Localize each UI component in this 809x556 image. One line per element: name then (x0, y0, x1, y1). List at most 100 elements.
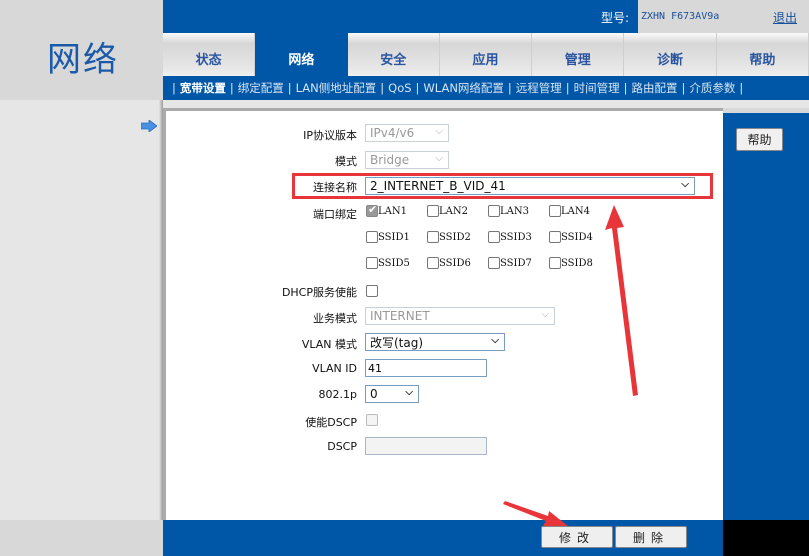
dscp-input (365, 437, 487, 455)
dscp-label: DSCP (327, 440, 357, 453)
port-label-ssid3: SSID3 (500, 232, 532, 243)
subnav-separator: | (507, 81, 512, 95)
port-checkbox-lan4[interactable] (549, 205, 561, 217)
footer-right-block (723, 520, 809, 556)
tab-diagnostics[interactable]: 诊断 (624, 33, 717, 76)
subnav-separator: | (623, 81, 628, 95)
mode-select: Bridge ⌵ (365, 151, 449, 169)
tab-management[interactable]: 管理 (532, 33, 625, 76)
ip-version-select: IPv4/v6 ⌵ (365, 124, 449, 142)
port-label-ssid5: SSID5 (378, 258, 410, 269)
vlan-mode-select[interactable]: 改写(tag) ⌵ (365, 333, 505, 351)
chevron-down-icon: ⌵ (435, 153, 443, 164)
port-checkbox-ssid3[interactable] (488, 231, 500, 243)
delete-button[interactable]: 删除 (615, 526, 687, 548)
dhcp-service-label: DHCP服务使能 (281, 286, 357, 299)
model-value: ZXHN F673AV9a (641, 11, 720, 22)
subnav-separator: | (172, 81, 176, 95)
service-mode-select: INTERNET ⌵ (365, 307, 555, 325)
port-checkbox-lan2[interactable] (427, 205, 439, 217)
subnav-separator: | (415, 81, 420, 95)
subnav-time[interactable]: 时间管理 (574, 80, 620, 96)
router-admin-page: 网络 型号: ZXHN F673AV9a 退出 状态 网络 安全 应用 管理 诊… (0, 0, 809, 556)
arrow-right-icon (141, 120, 157, 132)
subnav-broadband[interactable]: 宽带设置 (180, 80, 226, 96)
dscp-enable-checkbox (366, 414, 378, 426)
subnav-media[interactable]: 介质参数 (689, 80, 735, 96)
subnav-wlan[interactable]: WLAN网络配置 (423, 80, 504, 96)
footer-left (0, 520, 163, 556)
vlan-mode-label: VLAN 模式 (301, 338, 357, 351)
port-checkbox-ssid8[interactable] (549, 257, 561, 269)
service-mode-value: INTERNET (370, 309, 430, 323)
content-top-strip (163, 100, 809, 108)
port-label-ssid7: SSID7 (500, 258, 532, 269)
dhcp-service-checkbox[interactable] (366, 285, 378, 297)
vlan-id-input[interactable]: 41 (365, 359, 487, 377)
tab-application[interactable]: 应用 (439, 33, 533, 76)
port-checkbox-ssid5[interactable] (366, 257, 378, 269)
chevron-down-icon: ⌵ (435, 126, 443, 137)
chevron-down-icon: ⌵ (681, 179, 689, 190)
subnav-separator: | (380, 81, 385, 95)
subnav-separator: | (565, 81, 570, 95)
subnav-qos[interactable]: QoS (388, 81, 411, 95)
logo-area: 网络 (0, 0, 163, 100)
dot1p-value: 0 (370, 387, 378, 401)
subnav-separator: | (739, 81, 744, 95)
vlan-mode-value: 改写(tag) (370, 335, 424, 350)
sub-navigation: | 宽带设置 | 绑定配置 | LAN侧地址配置 | QoS | WLAN网络配… (163, 76, 809, 100)
port-checkbox-ssid6[interactable] (427, 257, 439, 269)
logout-link[interactable]: 退出 (773, 9, 797, 26)
mode-value: Bridge (370, 153, 410, 167)
tab-status[interactable]: 状态 (163, 33, 256, 76)
port-label-lan3: LAN3 (500, 206, 529, 217)
vlan-id-label: VLAN ID (312, 362, 357, 375)
port-label-lan4: LAN4 (561, 206, 590, 217)
subnav-binding[interactable]: 绑定配置 (238, 80, 284, 96)
tab-network[interactable]: 网络 (255, 33, 348, 76)
port-label-lan1: LAN1 (378, 206, 407, 217)
ip-version-value: IPv4/v6 (370, 126, 415, 140)
port-label-ssid8: SSID8 (561, 258, 593, 269)
port-checkbox-lan3[interactable] (488, 205, 500, 217)
mode-label: 模式 (335, 155, 357, 168)
port-checkbox-ssid1[interactable] (366, 231, 378, 243)
main-tabs: 状态 网络 安全 应用 管理 诊断 帮助 (163, 33, 809, 76)
connection-name-label: 连接名称 (313, 181, 357, 194)
connection-name-value: 2_INTERNET_B_VID_41 (370, 179, 506, 193)
port-checkbox-lan1[interactable] (366, 203, 378, 217)
tab-help[interactable]: 帮助 (716, 33, 809, 76)
modify-button[interactable]: 修改 (541, 526, 613, 548)
dot1p-label: 802.1p (318, 388, 357, 401)
chevron-down-icon: ⌵ (405, 387, 413, 398)
right-panel (723, 113, 809, 520)
port-label-lan2: LAN2 (439, 206, 468, 217)
tab-security[interactable]: 安全 (347, 33, 440, 76)
chevron-down-icon: ⌵ (541, 309, 549, 320)
port-checkbox-ssid2[interactable] (427, 231, 439, 243)
chevron-down-icon: ⌵ (491, 335, 499, 346)
subnav-routing[interactable]: 路由配置 (632, 80, 678, 96)
connection-name-select[interactable]: 2_INTERNET_B_VID_41 ⌵ (365, 177, 695, 195)
model-label: 型号: (601, 11, 630, 25)
subnav-separator: | (287, 81, 292, 95)
port-label-ssid4: SSID4 (561, 232, 593, 243)
port-checkbox-ssid7[interactable] (488, 257, 500, 269)
help-button[interactable]: 帮助 (736, 128, 783, 151)
port-binding-label: 端口绑定 (313, 208, 357, 221)
service-mode-label: 业务模式 (313, 312, 357, 325)
port-label-ssid2: SSID2 (439, 232, 471, 243)
subnav-separator: | (681, 81, 686, 95)
dot1p-select[interactable]: 0 ⌵ (365, 385, 419, 403)
subnav-lan-address[interactable]: LAN侧地址配置 (296, 80, 377, 96)
subnav-remote[interactable]: 远程管理 (516, 80, 562, 96)
ip-version-label: IP协议版本 (303, 129, 357, 142)
subnav-separator: | (229, 81, 234, 95)
sidebar (0, 100, 163, 520)
dscp-enable-label: 使能DSCP (305, 416, 357, 429)
page-logo-title: 网络 (47, 40, 119, 80)
vlan-id-value: 41 (368, 361, 382, 375)
port-checkbox-ssid4[interactable] (549, 231, 561, 243)
port-label-ssid1: SSID1 (378, 232, 410, 243)
